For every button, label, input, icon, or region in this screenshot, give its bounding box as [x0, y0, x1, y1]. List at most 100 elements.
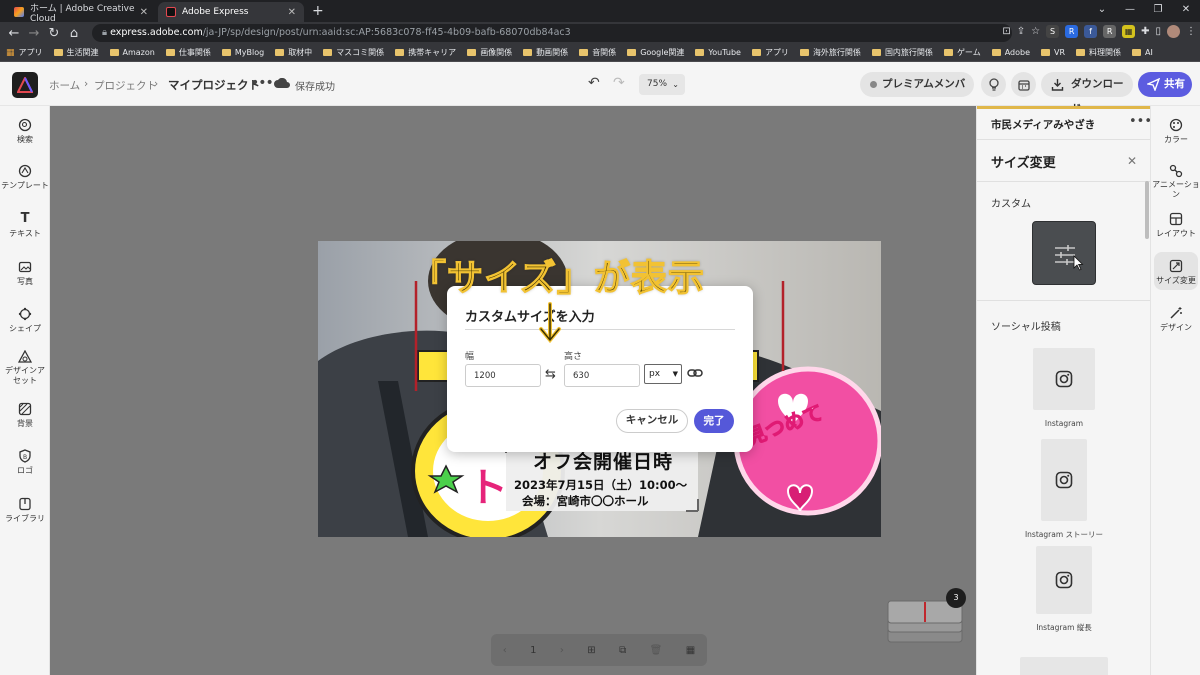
url-host: express.adobe.com: [110, 27, 203, 38]
rail-item-shapes[interactable]: シェイプ: [0, 307, 50, 334]
profile-avatar[interactable]: [1167, 25, 1180, 38]
home-icon[interactable]: ⌂: [64, 26, 84, 41]
bookmark-folder[interactable]: 画像関係: [467, 47, 512, 58]
folder-icon: [275, 49, 285, 56]
done-button[interactable]: 完了: [694, 409, 734, 433]
rail-item-text[interactable]: T テキスト: [0, 212, 50, 239]
reload-icon[interactable]: ↻: [44, 26, 64, 41]
bookmark-folder[interactable]: ゲーム: [943, 47, 981, 58]
more-options-icon[interactable]: •••: [1129, 114, 1150, 129]
rail-item-templates[interactable]: テンプレート: [0, 164, 50, 191]
bookmark-folder[interactable]: 取材中: [275, 47, 312, 58]
install-app-icon[interactable]: ⊡: [1002, 26, 1010, 37]
add-page-icon[interactable]: ⊞: [587, 645, 595, 656]
cancel-button[interactable]: キャンセル: [616, 409, 688, 433]
instagram-portrait-tile[interactable]: [1036, 546, 1092, 614]
rail-item-resize[interactable]: サイズ変更: [1154, 252, 1198, 290]
width-input[interactable]: [465, 364, 541, 387]
duplicate-page-icon[interactable]: ⧉: [619, 645, 626, 656]
bookmark-apps[interactable]: ▦ アプリ: [6, 47, 43, 58]
bookmark-folder[interactable]: アプリ: [751, 47, 789, 58]
tab-close-icon[interactable]: ✕: [140, 7, 148, 18]
instagram-story-tile[interactable]: [1041, 439, 1087, 521]
prev-page-icon[interactable]: ‹: [503, 645, 507, 656]
schedule-button[interactable]: [1011, 72, 1036, 97]
zoom-dropdown[interactable]: 75% ⌄: [639, 74, 685, 95]
redo-icon[interactable]: ↷: [613, 75, 625, 91]
swap-dimensions-icon[interactable]: ⇆: [545, 367, 556, 382]
bookmark-folder[interactable]: YouTube: [695, 48, 741, 57]
more-options-icon[interactable]: •••: [251, 75, 274, 91]
link-aspect-icon[interactable]: [687, 367, 703, 379]
breadcrumb-projects[interactable]: プロジェクト: [94, 78, 157, 93]
adobe-express-logo[interactable]: [12, 72, 38, 98]
tab-adobe-express[interactable]: Adobe Express ✕: [158, 2, 304, 22]
rail-item-layout[interactable]: レイアウト: [1151, 212, 1200, 239]
account-name[interactable]: 市民メディアみやざき: [991, 117, 1095, 132]
bookmark-folder[interactable]: 仕事関係: [165, 47, 211, 58]
rail-item-library[interactable]: ライブラリ: [0, 497, 50, 524]
close-window-icon[interactable]: ✕: [1172, 0, 1200, 22]
custom-size-tile[interactable]: [1032, 221, 1096, 285]
project-title[interactable]: マイプロジェクト: [168, 77, 260, 93]
tab-creative-cloud[interactable]: ホーム | Adobe Creative Cloud ✕: [6, 2, 156, 24]
extension-f-icon[interactable]: f: [1084, 25, 1098, 38]
idea-button[interactable]: [981, 72, 1006, 97]
bookmark-folder[interactable]: 料理関係: [1076, 47, 1121, 58]
bookmark-folder[interactable]: Google関連: [627, 47, 684, 58]
rail-item-design-assets[interactable]: デザインアセット: [0, 350, 50, 386]
bookmark-folder[interactable]: 音関係: [579, 47, 616, 58]
bookmark-folder[interactable]: AI: [1132, 48, 1153, 57]
rail-item-search[interactable]: 検索: [0, 118, 50, 145]
instagram-square-tile[interactable]: [1033, 348, 1095, 410]
undo-icon[interactable]: ↶: [588, 75, 600, 91]
bookmark-folder[interactable]: VR: [1041, 48, 1065, 57]
page-count-badge: 3: [946, 588, 966, 608]
height-input[interactable]: [564, 364, 640, 387]
tab-search-icon[interactable]: ⌄: [1088, 0, 1116, 22]
rail-item-animation[interactable]: アニメーション: [1151, 164, 1200, 200]
delete-page-icon[interactable]: 🗑︎: [650, 645, 663, 656]
panel-scrollbar[interactable]: [1145, 181, 1149, 239]
share-page-icon[interactable]: ⇪: [1017, 26, 1025, 37]
bookmark-star-icon[interactable]: ☆: [1031, 26, 1040, 37]
tab-close-icon[interactable]: ✕: [288, 7, 296, 18]
bookmark-folder[interactable]: 生活関連: [53, 47, 99, 58]
next-page-icon[interactable]: ›: [560, 645, 564, 656]
extension-rv-icon[interactable]: R: [1103, 25, 1117, 38]
grid-view-icon[interactable]: ▦: [686, 645, 695, 656]
bookmark-folder[interactable]: MyBlog: [221, 48, 264, 57]
premium-member-button[interactable]: プレミアムメンバー: [860, 72, 974, 115]
forward-icon[interactable]: →: [24, 26, 44, 41]
extension-yellow-icon[interactable]: ▦: [1122, 25, 1136, 38]
rail-item-background[interactable]: 背景: [0, 402, 50, 429]
bookmark-folder[interactable]: Amazon: [109, 48, 155, 57]
bookmark-folder[interactable]: 携帯キャリア: [395, 47, 456, 58]
breadcrumb-home[interactable]: ホーム: [49, 78, 80, 93]
back-icon[interactable]: ←: [4, 26, 24, 41]
unit-select[interactable]: px ▼: [644, 364, 682, 384]
url-field[interactable]: 🔒︎ express.adobe.com/ja-JP/sp/design/pos…: [92, 24, 1012, 42]
rail-item-color[interactable]: カラー: [1151, 118, 1200, 145]
rail-item-design[interactable]: デザイン: [1151, 306, 1200, 333]
extensions-puzzle-icon[interactable]: ✚: [1141, 26, 1149, 37]
bookmark-folder[interactable]: 海外旅行関係: [799, 47, 861, 58]
palette-icon: [1169, 118, 1183, 132]
next-preset-tile[interactable]: [1020, 657, 1108, 675]
new-tab-icon[interactable]: +: [312, 3, 324, 19]
extension-r-icon[interactable]: R: [1065, 25, 1079, 38]
maximize-icon[interactable]: ❐: [1144, 0, 1172, 22]
close-icon[interactable]: ✕: [1127, 154, 1137, 168]
bookmark-folder[interactable]: 国内旅行関係: [871, 47, 933, 58]
download-button[interactable]: ダウンロード: [1041, 72, 1133, 115]
sidebar-toggle-icon[interactable]: ▯: [1155, 26, 1161, 37]
minimize-icon[interactable]: —: [1116, 0, 1144, 22]
chrome-menu-icon[interactable]: ⋮: [1186, 26, 1196, 37]
bookmark-folder[interactable]: Adobe: [991, 48, 1030, 57]
rail-item-photos[interactable]: 写真: [0, 260, 50, 287]
rail-item-logo[interactable]: B ロゴ: [0, 449, 50, 476]
bookmark-folder[interactable]: マスコミ関係: [323, 47, 384, 58]
bookmark-folder[interactable]: 動画関係: [523, 47, 568, 58]
share-button[interactable]: 共有: [1138, 72, 1192, 97]
extension-s-icon[interactable]: S: [1046, 25, 1060, 38]
